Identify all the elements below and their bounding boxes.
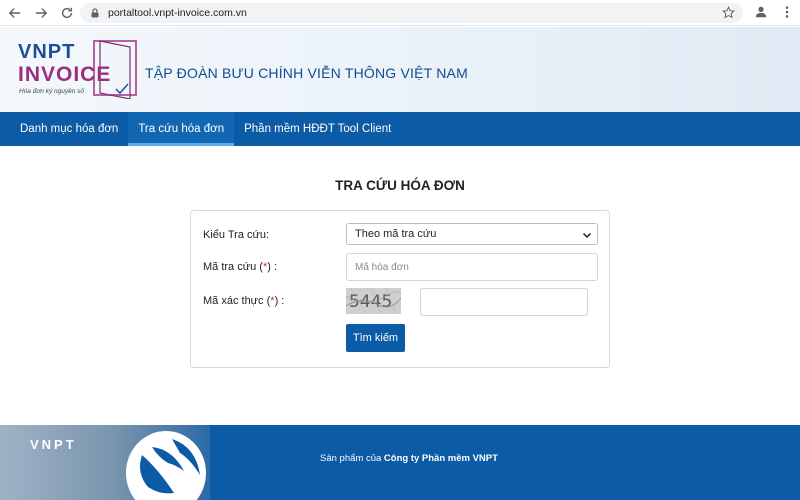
vnpt-invoice-logo[interactable]: VNPT INVOICE Hóa đơn ký nguyên số	[18, 40, 138, 103]
logo-invoice-text: INVOICE	[18, 63, 112, 86]
lookup-type-value: Theo mã tra cứu	[355, 228, 437, 240]
nav-item-tool-client[interactable]: Phần mềm HĐĐT Tool Client	[234, 112, 401, 146]
logo-vnpt-text: VNPT	[18, 41, 76, 63]
main-nav: Danh mục hóa đơn Tra cứu hóa đơn Phần mề…	[0, 112, 800, 146]
chevron-down-icon	[582, 230, 592, 240]
lookup-type-select[interactable]: Theo mã tra cứu	[346, 223, 598, 245]
verify-code-label: Mã xác thực (*) :	[203, 295, 285, 307]
logo-tagline: Hóa đơn ký nguyên số	[19, 88, 84, 95]
footer-text: Sản phẩm của Công ty Phần mềm VNPT	[320, 453, 498, 464]
reload-icon[interactable]	[56, 2, 78, 24]
more-options-icon[interactable]	[780, 5, 794, 24]
url-text[interactable]: portaltool.vnpt-invoice.com.vn	[108, 7, 247, 19]
forward-icon[interactable]	[30, 2, 52, 24]
captcha-noise	[346, 288, 401, 314]
lookup-form: Kiểu Tra cứu: Theo mã tra cứu Mã tra cứu…	[190, 210, 610, 368]
nav-item-invoice-lookup[interactable]: Tra cứu hóa đơn	[128, 112, 235, 146]
footer-brand: VNPT	[30, 437, 77, 452]
browser-toolbar: portaltool.vnpt-invoice.com.vn	[0, 0, 800, 26]
site-header: VNPT INVOICE Hóa đơn ký nguyên số TẬP ĐO…	[0, 27, 800, 112]
page-title: TRA CỨU HÓA ĐƠN	[335, 178, 465, 193]
captcha-input[interactable]	[420, 288, 588, 316]
captcha-image: 5445	[346, 288, 401, 314]
site-footer: VNPT Sản phẩm của Công ty Phần mềm VNPT	[0, 425, 800, 500]
back-icon[interactable]	[4, 2, 26, 24]
nav-item-invoice-catalog[interactable]: Danh mục hóa đơn	[0, 112, 128, 146]
search-button[interactable]: Tìm kiếm	[346, 324, 405, 352]
vnpt-globe-logo-icon	[126, 431, 206, 500]
bookmark-star-icon[interactable]	[722, 6, 735, 19]
address-bar[interactable]: portaltool.vnpt-invoice.com.vn	[80, 3, 743, 23]
lookup-type-label: Kiểu Tra cứu:	[203, 229, 270, 241]
lookup-code-label: Mã tra cứu (*) :	[203, 261, 277, 273]
profile-icon[interactable]	[754, 5, 768, 24]
footer-company: Công ty Phần mềm VNPT	[383, 453, 498, 464]
lookup-code-input[interactable]	[346, 253, 598, 281]
header-title: TẬP ĐOÀN BƯU CHÍNH VIỄN THÔNG VIỆT NAM	[145, 65, 468, 81]
lock-icon[interactable]	[90, 8, 100, 18]
